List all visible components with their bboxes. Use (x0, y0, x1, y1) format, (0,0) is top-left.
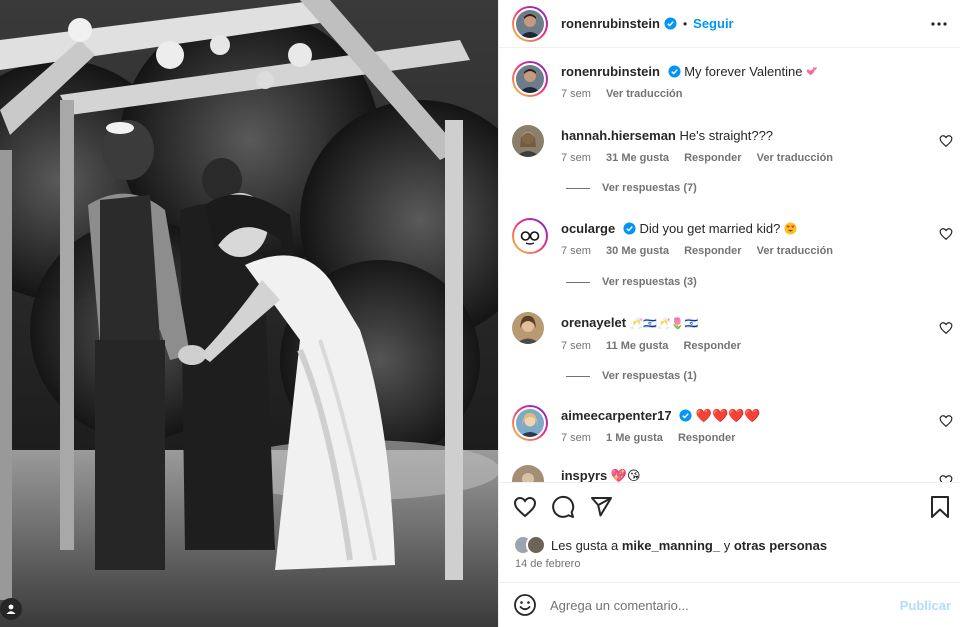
view-replies-button[interactable]: Ver respuestas (7) (566, 182, 697, 194)
share-paper-plane-icon[interactable] (589, 495, 613, 519)
caption-translate-link[interactable]: Ver traducción (606, 88, 682, 100)
comment-age: 7 sem (561, 432, 591, 444)
liked-by-others[interactable]: otras personas (734, 538, 827, 553)
comment-avatar[interactable] (512, 465, 544, 482)
comment-username[interactable]: aimeecarpenter17 (561, 408, 672, 423)
comment-username[interactable]: inspyrs (561, 468, 607, 482)
caption-avatar[interactable] (512, 61, 548, 97)
comment-like-heart-icon[interactable] (939, 321, 953, 335)
wedding-photo (0, 0, 498, 627)
caption-username[interactable]: ronenrubinstein (561, 64, 660, 79)
comment-username[interactable]: orenayelet (561, 315, 626, 330)
comment-likes[interactable]: 1 Me gusta (606, 432, 663, 444)
verified-badge-icon (679, 409, 692, 422)
comment-like-heart-icon[interactable] (939, 474, 953, 482)
more-options-button[interactable] (929, 14, 949, 34)
liked-by-summary[interactable]: Les gusta a mike_manning_ y otras person… (513, 535, 827, 555)
reply-button[interactable]: Responder (684, 152, 741, 164)
translate-link[interactable]: Ver traducción (757, 245, 833, 257)
verified-badge-icon (664, 17, 677, 30)
translate-link[interactable]: Ver traducción (757, 152, 833, 164)
tagged-users-button[interactable] (0, 598, 22, 620)
comment-age: 7 sem (561, 340, 591, 352)
post-photo[interactable] (0, 0, 498, 627)
heart-eyes-emoji-icon (784, 222, 797, 235)
post-side-panel: ronenrubinstein • Seguir ronenrubinstein… (498, 0, 960, 627)
reply-button[interactable]: Responder (678, 432, 735, 444)
more-horizontal-icon (931, 22, 947, 26)
reply-button[interactable]: Responder (684, 245, 741, 257)
verified-badge-icon (623, 222, 636, 235)
author-avatar[interactable] (512, 5, 548, 42)
reply-button[interactable]: Responder (683, 340, 740, 352)
comment-likes[interactable]: 31 Me gusta (606, 152, 669, 164)
caption-text: My forever Valentine (684, 64, 803, 79)
comment-bubble-icon[interactable] (551, 495, 575, 519)
author-username[interactable]: ronenrubinstein (561, 16, 660, 31)
post-actions: Les gusta a mike_manning_ y otras person… (499, 482, 960, 582)
comment-avatar[interactable] (512, 312, 544, 344)
separator-dot: • (682, 16, 688, 31)
comments-list[interactable]: ronenrubinstein My forever Valentine 7 s… (499, 49, 960, 482)
comment-like-heart-icon[interactable] (939, 414, 953, 428)
post-date[interactable]: 14 de febrero (515, 558, 580, 570)
user-icon (6, 604, 16, 614)
comment-like-heart-icon[interactable] (939, 134, 953, 148)
like-heart-icon[interactable] (513, 495, 537, 519)
comment-avatar[interactable] (512, 405, 548, 441)
follow-button[interactable]: Seguir (693, 16, 733, 31)
comment-text: ❤️❤️❤️❤️ (695, 408, 761, 423)
comment-like-heart-icon[interactable] (939, 227, 953, 241)
post-header: ronenrubinstein • Seguir (499, 0, 960, 48)
view-replies-button[interactable]: Ver respuestas (1) (566, 370, 697, 382)
comment-avatar[interactable] (512, 218, 548, 254)
liked-by-avatars (513, 535, 547, 555)
save-bookmark-icon[interactable] (929, 495, 951, 519)
comment-avatar[interactable] (512, 125, 544, 157)
comment-username[interactable]: ocularge (561, 221, 615, 236)
caption-age: 7 sem (561, 88, 591, 100)
verified-badge-icon (668, 65, 681, 78)
liked-by-prefix: Les gusta a (551, 537, 619, 553)
liked-by-join: y (723, 537, 731, 553)
comment-text: 🥂🇮🇱🥂🌷🇮🇱 (629, 318, 699, 330)
publish-button[interactable]: Publicar (900, 598, 951, 613)
comment-likes[interactable]: 30 Me gusta (606, 245, 669, 257)
view-replies-button[interactable]: Ver respuestas (3) (566, 276, 697, 288)
comment-age: 7 sem (561, 152, 591, 164)
comment-text: 💖😘 (610, 468, 641, 482)
two-hearts-emoji-icon (806, 67, 817, 76)
comment-username[interactable]: hannah.hierseman (561, 128, 676, 143)
comment-age: 7 sem (561, 245, 591, 257)
comment-likes[interactable]: 11 Me gusta (606, 340, 668, 352)
comment-text: Did you get married kid? (639, 221, 781, 236)
liked-by-user[interactable]: mike_manning_ (622, 538, 720, 553)
emoji-picker-icon[interactable] (513, 593, 537, 617)
comment-text: He's straight??? (679, 128, 774, 143)
comment-composer: Publicar (499, 582, 960, 627)
comment-input[interactable] (550, 597, 880, 613)
